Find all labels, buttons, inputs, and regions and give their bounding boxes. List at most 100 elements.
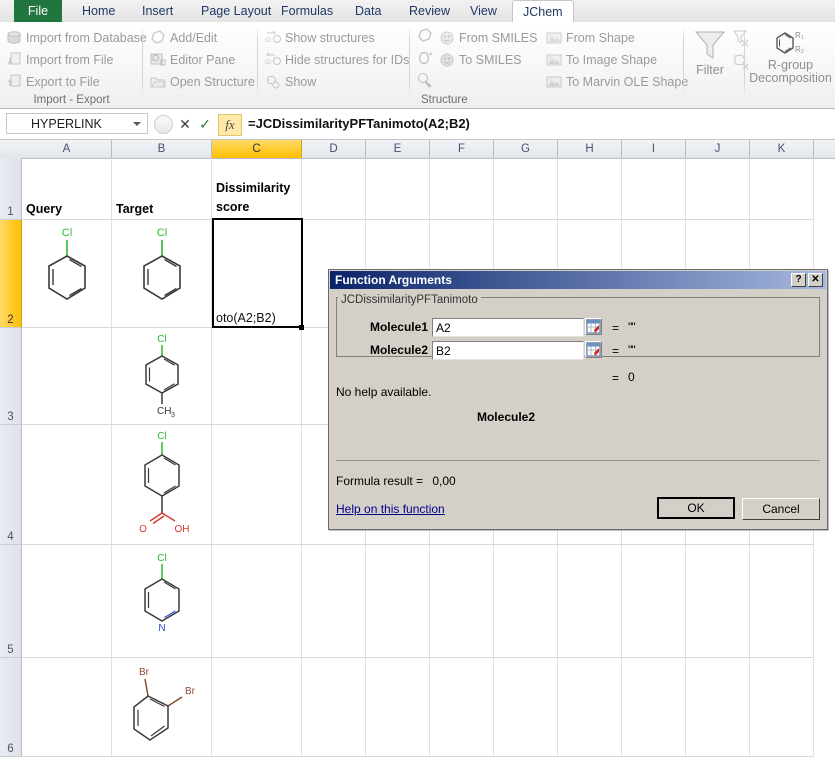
- tab-insert[interactable]: Insert: [132, 0, 183, 22]
- cell-j1[interactable]: [686, 158, 750, 220]
- fill-handle[interactable]: [299, 325, 304, 330]
- dialog-close-button[interactable]: ✕: [808, 273, 823, 287]
- cell-d6[interactable]: [302, 658, 366, 757]
- tab-formulas[interactable]: Formulas: [271, 0, 343, 22]
- cell-f5[interactable]: [430, 545, 494, 658]
- structure-cube-icon[interactable]: [417, 28, 433, 44]
- cell-e5[interactable]: [366, 545, 430, 658]
- cancel-formula-button[interactable]: ✕: [176, 115, 194, 133]
- cell-a5[interactable]: [22, 545, 112, 658]
- cell-b4[interactable]: Cl O OH: [112, 425, 212, 545]
- cancel-button[interactable]: Cancel: [742, 498, 820, 520]
- cell-a6[interactable]: [22, 658, 112, 757]
- row-header-6[interactable]: 6: [0, 658, 22, 757]
- cell-c6[interactable]: [212, 658, 302, 757]
- insert-function-button[interactable]: fx: [218, 114, 242, 136]
- collapse-dialog-button-molecule2[interactable]: [585, 341, 602, 358]
- cell-d5[interactable]: [302, 545, 366, 658]
- enter-formula-button[interactable]: ✓: [196, 115, 214, 133]
- ribbon-item-label: Export to File: [26, 71, 100, 93]
- active-cell-selection[interactable]: oto(A2;B2): [212, 218, 303, 328]
- cell-g5[interactable]: [494, 545, 558, 658]
- group-separator: [744, 26, 745, 96]
- add-edit-icon: [150, 30, 166, 46]
- tab-page-layout[interactable]: Page Layout: [191, 0, 281, 22]
- cell-i5[interactable]: [622, 545, 686, 658]
- cell-i6[interactable]: [622, 658, 686, 757]
- row-header-2[interactable]: 2: [0, 220, 22, 328]
- formula-input[interactable]: =JCDissimilarityPFTanimoto(A2;B2): [248, 109, 835, 139]
- column-header-i[interactable]: I: [622, 140, 686, 158]
- row-header-3[interactable]: 3: [0, 328, 22, 425]
- cell-c4[interactable]: [212, 425, 302, 545]
- cell-a2[interactable]: Cl: [22, 220, 112, 328]
- cell-j6[interactable]: [686, 658, 750, 757]
- tab-file[interactable]: File: [14, 0, 62, 22]
- cell-k5[interactable]: [750, 545, 814, 658]
- column-header-h[interactable]: H: [558, 140, 622, 158]
- cell-g1[interactable]: [494, 158, 558, 220]
- cell-h6[interactable]: [558, 658, 622, 757]
- row-number: 1: [0, 206, 21, 218]
- row-header-4[interactable]: 4: [0, 425, 22, 545]
- column-header-e[interactable]: E: [366, 140, 430, 158]
- cell-b6[interactable]: Br Br: [112, 658, 212, 757]
- cell-e6[interactable]: [366, 658, 430, 757]
- row-number: 5: [0, 644, 21, 656]
- column-header-c[interactable]: C: [212, 140, 302, 158]
- column-header-b[interactable]: B: [112, 140, 212, 158]
- molecule-chlorobenzene: Cl: [112, 220, 212, 328]
- collapse-dialog-button-molecule1[interactable]: [585, 318, 602, 335]
- name-box[interactable]: HYPERLINK: [6, 113, 148, 134]
- structure-cube-dropdown-icon[interactable]: [417, 50, 433, 66]
- tab-review[interactable]: Review: [399, 0, 460, 22]
- column-header-g[interactable]: G: [494, 140, 558, 158]
- tab-jchem[interactable]: JChem: [512, 0, 574, 24]
- cell-c3[interactable]: [212, 328, 302, 425]
- ribbon-button-r-group-decomposition[interactable]: R 1 R 2 R-group Decomposition: [746, 28, 835, 85]
- argument-input-molecule1[interactable]: A2: [432, 318, 584, 337]
- cell-k1[interactable]: [750, 158, 814, 220]
- ok-button[interactable]: OK: [657, 497, 735, 519]
- tab-data[interactable]: Data: [345, 0, 391, 22]
- cell-g6[interactable]: [494, 658, 558, 757]
- tab-home[interactable]: Home: [72, 0, 125, 22]
- column-header-d[interactable]: D: [302, 140, 366, 158]
- row-header-1[interactable]: 1: [0, 158, 22, 220]
- tab-view[interactable]: View: [460, 0, 507, 22]
- cell-e1[interactable]: [366, 158, 430, 220]
- cell-b3[interactable]: Cl CH 3: [112, 328, 212, 425]
- column-header-k[interactable]: K: [750, 140, 814, 158]
- cell-k6[interactable]: [750, 658, 814, 757]
- cell-c1[interactable]: Dissimilarity score: [212, 158, 302, 220]
- cell-a3[interactable]: [22, 328, 112, 425]
- argument-input-molecule2[interactable]: B2: [432, 341, 584, 360]
- cell-b5[interactable]: Cl N: [112, 545, 212, 658]
- row-header-5[interactable]: 5: [0, 545, 22, 658]
- svg-text:3: 3: [171, 412, 175, 419]
- cell-f6[interactable]: [430, 658, 494, 757]
- dialog-title-bar[interactable]: Function Arguments: [330, 271, 826, 289]
- ribbon-button-filter[interactable]: Filter: [685, 28, 735, 77]
- cell-h1[interactable]: [558, 158, 622, 220]
- column-header-j[interactable]: J: [686, 140, 750, 158]
- column-header-f[interactable]: F: [430, 140, 494, 158]
- cell-c1-text-line2: score: [216, 198, 290, 217]
- cell-j5[interactable]: [686, 545, 750, 658]
- cell-h5[interactable]: [558, 545, 622, 658]
- chevron-down-icon[interactable]: [133, 122, 141, 126]
- cell-i1[interactable]: [622, 158, 686, 220]
- help-on-this-function-link[interactable]: Help on this function: [336, 502, 445, 516]
- structure-convert-icon[interactable]: [417, 72, 433, 88]
- column-header-a[interactable]: A: [22, 140, 112, 158]
- cell-b1[interactable]: Target: [112, 158, 212, 220]
- cell-a1[interactable]: Query: [22, 158, 112, 220]
- cell-c5[interactable]: [212, 545, 302, 658]
- group-separator: [683, 26, 684, 96]
- cell-a4[interactable]: [22, 425, 112, 545]
- dialog-help-button[interactable]: ?: [791, 273, 806, 287]
- cell-f1[interactable]: [430, 158, 494, 220]
- cell-b2[interactable]: Cl: [112, 220, 212, 328]
- ribbon-group-filter: Filter: [685, 22, 745, 108]
- cell-d1[interactable]: [302, 158, 366, 220]
